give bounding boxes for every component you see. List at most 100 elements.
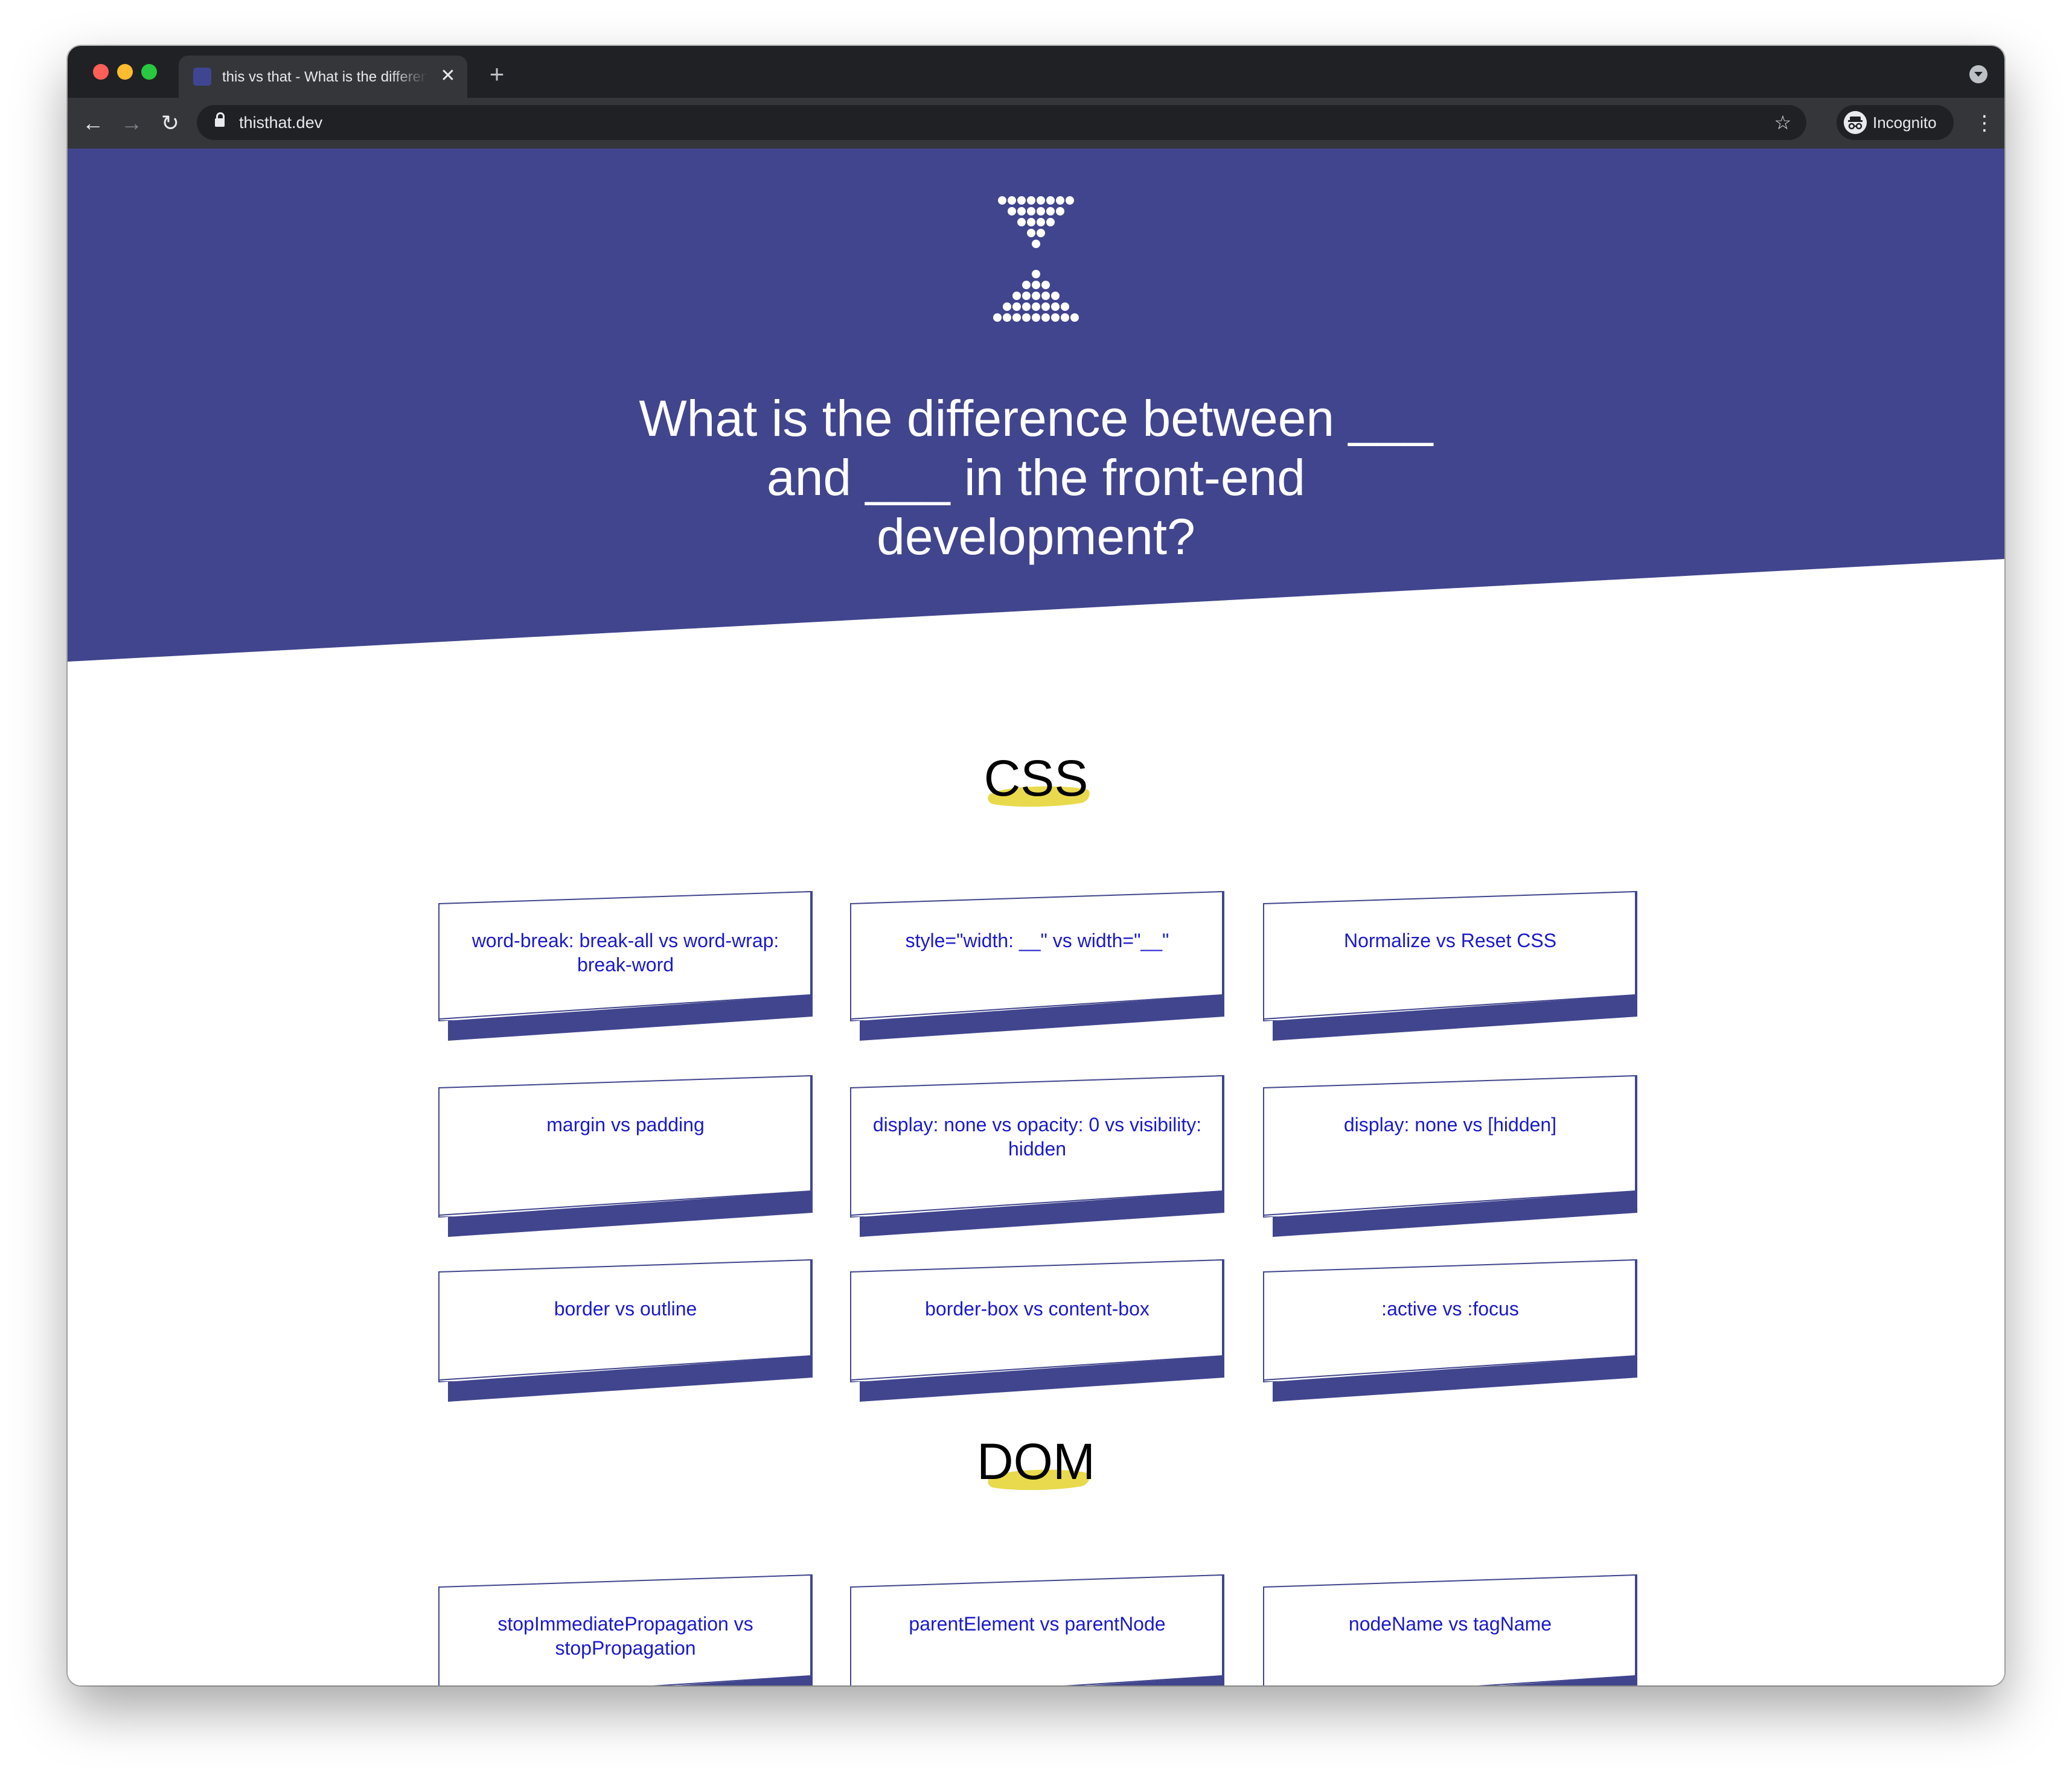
card-label[interactable]: margin vs padding <box>453 1113 798 1137</box>
logo-dot-top <box>1027 196 1035 205</box>
logo-dot-bottom <box>1012 302 1021 311</box>
page-title: What is the difference between ___ and _… <box>639 390 1433 565</box>
card-label[interactable]: style="width: __" vs width="__" <box>865 928 1210 953</box>
logo-dot-bottom <box>1051 302 1060 311</box>
logo-dot-bottom <box>1041 281 1050 289</box>
tab-title: this vs that - What is the difference be… <box>222 69 427 85</box>
logo-dot-top <box>1056 196 1064 205</box>
minimize-window-button[interactable] <box>117 64 133 80</box>
incognito-icon <box>1844 111 1867 134</box>
topic-card[interactable]: display: none vs opacity: 0 vs visibilit… <box>850 1075 1224 1239</box>
card-label[interactable]: display: none vs opacity: 0 vs visibilit… <box>865 1113 1210 1161</box>
logo-dot-bottom <box>1012 292 1021 300</box>
card-label[interactable]: Normalize vs Reset CSS <box>1277 928 1623 953</box>
card-label[interactable]: border-box vs content-box <box>865 1297 1210 1321</box>
address-bar[interactable]: thisthat.dev ☆ <box>197 105 1806 140</box>
card-label[interactable]: word-break: break-all vs word-wrap: brea… <box>453 928 798 977</box>
logo-dot-top <box>1037 229 1045 237</box>
page-content: What is the difference between ___ and _… <box>68 149 2004 1685</box>
section-title-text: CSS <box>983 750 1089 807</box>
logo-dot-top <box>1037 196 1045 205</box>
topic-card[interactable]: style="width: __" vs width="__" <box>850 890 1224 1043</box>
lock-icon[interactable] <box>215 112 225 127</box>
card-label[interactable]: stopImmediatePropagation vs stopPropagat… <box>453 1612 798 1660</box>
logo-dot-bottom <box>1003 313 1011 322</box>
logo-dot-top <box>1032 240 1040 248</box>
section-title-text: DOM <box>977 1433 1095 1490</box>
tab-strip: this vs that - What is the difference be… <box>68 46 2004 98</box>
card-border <box>1263 1259 1636 1381</box>
logo-dot-bottom <box>1003 302 1011 311</box>
logo-dot-top <box>1008 207 1016 216</box>
topic-card[interactable]: Normalize vs Reset CSS <box>1263 890 1637 1043</box>
maximize-window-button[interactable] <box>141 64 157 80</box>
topic-card[interactable]: word-break: break-all vs word-wrap: brea… <box>438 890 813 1043</box>
logo-dot-bottom <box>1022 302 1031 311</box>
bookmark-star-icon[interactable]: ☆ <box>1771 111 1794 134</box>
topic-card[interactable]: parentElement vs parentNode <box>850 1574 1224 1685</box>
logo-dot-top <box>1017 218 1026 226</box>
logo-dot-bottom <box>1032 313 1040 322</box>
card-border <box>850 890 1223 1020</box>
card-border <box>1263 890 1636 1020</box>
logo-dot-bottom <box>1061 313 1069 322</box>
logo-dot-bottom <box>1051 292 1060 300</box>
logo-dot-top <box>1037 207 1045 216</box>
browser-toolbar: ← → ↻ thisthat.dev ☆ Incognito ⋮ <box>68 98 2004 149</box>
card-label[interactable]: display: none vs [hidden] <box>1277 1113 1623 1137</box>
topic-card[interactable]: nodeName vs tagName <box>1263 1574 1637 1685</box>
card-label[interactable]: border vs outline <box>453 1297 798 1321</box>
logo-dot-bottom <box>993 313 1002 322</box>
favicon-icon <box>193 68 211 86</box>
incognito-label: Incognito <box>1873 113 1937 132</box>
tab-search-icon[interactable] <box>1969 65 1987 83</box>
card-border <box>850 1259 1223 1381</box>
logo-dot-top <box>1027 218 1035 226</box>
more-menu-icon[interactable]: ⋮ <box>1974 107 1995 139</box>
section-title-css: CSS <box>915 745 1157 811</box>
new-tab-button[interactable]: + <box>482 59 512 89</box>
section-title-dom: DOM <box>915 1428 1157 1495</box>
logo-dot-top <box>1008 196 1016 205</box>
logo-icon[interactable] <box>993 196 1079 322</box>
forward-button[interactable]: → <box>116 107 147 139</box>
logo-dot-top <box>1046 196 1055 205</box>
hero-banner: What is the difference between ___ and _… <box>68 149 2004 662</box>
logo-dot-bottom <box>1070 313 1079 322</box>
topic-card[interactable]: :active vs :focus <box>1263 1259 1637 1404</box>
logo-dot-bottom <box>1012 313 1021 322</box>
topic-card[interactable]: border vs outline <box>438 1259 813 1404</box>
logo-dot-bottom <box>1041 302 1050 311</box>
reload-button[interactable]: ↻ <box>155 107 186 139</box>
tab-close-icon[interactable]: ✕ <box>436 64 460 88</box>
tab-active[interactable]: this vs that - What is the difference be… <box>179 56 467 98</box>
logo-dot-bottom <box>1022 281 1031 289</box>
logo-dot-top <box>1046 218 1055 226</box>
logo-dot-bottom <box>1041 313 1050 322</box>
logo-dot-bottom <box>1022 292 1031 300</box>
logo-dot-top <box>1046 207 1055 216</box>
card-border <box>1263 1075 1636 1216</box>
logo-dot-bottom <box>1051 313 1060 322</box>
logo-dot-bottom <box>1032 281 1040 289</box>
logo-dot-top <box>1017 207 1026 216</box>
card-border <box>438 1259 811 1381</box>
browser-window: this vs that - What is the difference be… <box>68 46 2004 1685</box>
logo-dot-bottom <box>1032 270 1040 278</box>
card-label[interactable]: :active vs :focus <box>1277 1297 1623 1321</box>
card-label[interactable]: nodeName vs tagName <box>1277 1612 1623 1636</box>
topic-card[interactable]: stopImmediatePropagation vs stopPropagat… <box>438 1574 813 1685</box>
logo-dot-top <box>1027 207 1035 216</box>
url-text[interactable]: thisthat.dev <box>239 113 322 132</box>
logo-dot-bottom <box>1032 302 1040 311</box>
logo-dot-top <box>1037 218 1045 226</box>
logo-dot-bottom <box>1041 292 1050 300</box>
close-window-button[interactable] <box>93 64 109 80</box>
topic-card[interactable]: margin vs padding <box>438 1075 813 1239</box>
incognito-profile-button[interactable]: Incognito <box>1837 105 1954 140</box>
back-button[interactable]: ← <box>77 107 109 139</box>
topic-card[interactable]: display: none vs [hidden] <box>1263 1075 1637 1239</box>
card-label[interactable]: parentElement vs parentNode <box>865 1612 1210 1636</box>
topic-card[interactable]: border-box vs content-box <box>850 1259 1224 1404</box>
logo-dot-bottom <box>1032 292 1040 300</box>
